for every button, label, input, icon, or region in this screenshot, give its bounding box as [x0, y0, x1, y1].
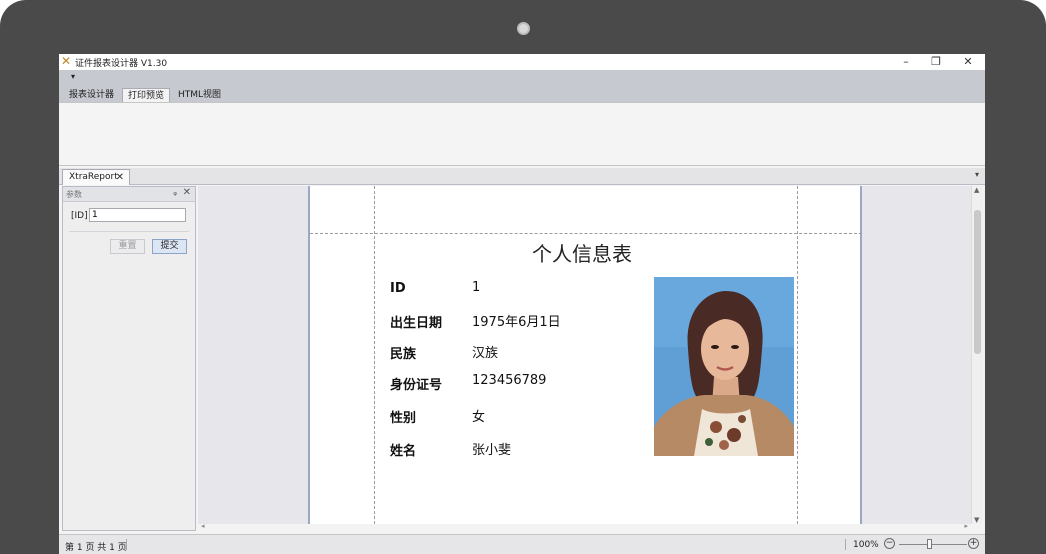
field-value-ethnicity: 汉族 — [472, 346, 499, 361]
divider — [69, 231, 189, 232]
close-button[interactable]: ✕ — [953, 54, 983, 70]
zoom-slider-track[interactable] — [899, 544, 967, 545]
report-page: 个人信息表 ID 1 出生日期 1975年6月1日 民族 汉族 身份证号 123… — [308, 186, 862, 524]
field-value-id: 1 — [472, 280, 481, 295]
field-label-birthdate: 出生日期 — [390, 316, 443, 331]
tab-html-view[interactable]: HTML视图 — [173, 88, 226, 103]
document-tab-label: XtraReport — [69, 172, 118, 182]
field-value-gender: 女 — [472, 410, 486, 425]
zoom-slider-thumb[interactable] — [927, 539, 932, 549]
page-count-status: 第 1 页 共 1 页 — [65, 543, 127, 553]
pin-icon[interactable]: ᵩ — [173, 188, 177, 198]
tab-print-preview[interactable]: 打印预览 — [122, 88, 171, 103]
panel-title: 参数 — [66, 190, 82, 199]
margin-guide-right — [797, 186, 798, 524]
tab-xtrareport[interactable]: XtraReport ✕ — [62, 169, 130, 185]
restore-button[interactable]: ❐ — [921, 54, 951, 70]
tab-list-dropdown-icon[interactable]: ▾ — [975, 170, 979, 179]
minimize-button[interactable]: – — [891, 54, 921, 70]
scroll-right-icon[interactable]: ▸ — [964, 522, 968, 530]
zoom-in-icon[interactable]: + — [968, 538, 979, 549]
close-icon[interactable]: ✕ — [183, 187, 191, 198]
vertical-scroll-thumb[interactable] — [974, 210, 981, 354]
field-label-id-number: 身份证号 — [390, 378, 443, 393]
field-label-name: 姓名 — [390, 444, 417, 459]
status-bar: 第 1 页 共 1 页 100% − + — [59, 534, 985, 554]
zoom-level-text[interactable]: 100% — [853, 540, 879, 550]
app-window: ✕ 证件报表设计器 V1.30 – ❐ ✕ ▾ 报表设计器 打印预览 HTML视… — [59, 54, 985, 554]
horizontal-scrollbar[interactable]: ◂ ▸ — [198, 522, 971, 532]
tab-report-designer[interactable]: 报表设计器 — [64, 88, 119, 103]
divider — [845, 539, 846, 550]
vertical-scrollbar[interactable]: ▲ ▼ — [971, 186, 983, 524]
close-icon[interactable]: ✕ — [116, 170, 124, 185]
panel-header: 参数 ᵩ ✕ — [63, 187, 195, 202]
portrait-photo — [654, 277, 794, 456]
field-label-id: ID — [390, 281, 406, 296]
divider — [126, 539, 127, 550]
submit-button[interactable]: 提交 — [152, 239, 187, 254]
quick-access-toolbar: ▾ — [59, 70, 985, 86]
field-label-gender: 性别 — [390, 411, 417, 426]
report-title: 个人信息表 — [532, 242, 632, 266]
scroll-down-icon[interactable]: ▼ — [974, 516, 979, 524]
print-preview-area[interactable]: 个人信息表 ID 1 出生日期 1975年6月1日 民族 汉族 身份证号 123… — [198, 186, 971, 524]
id-parameter-label: [ID] — [71, 211, 88, 221]
app-logo-icon: ✕ — [61, 54, 72, 68]
margin-guide-left — [374, 186, 375, 524]
reset-button[interactable]: 重置 — [110, 239, 145, 254]
field-value-name: 张小斐 — [472, 443, 512, 458]
document-tab-strip: XtraReport ✕ ▾ — [59, 168, 985, 185]
zoom-out-icon[interactable]: − — [884, 538, 895, 549]
parameters-panel: 参数 ᵩ ✕ [ID] 重置 提交 — [62, 186, 196, 531]
field-label-ethnicity: 民族 — [390, 347, 417, 362]
scroll-up-icon[interactable]: ▲ — [974, 186, 979, 194]
title-bar: ✕ 证件报表设计器 V1.30 – ❐ ✕ — [59, 54, 985, 70]
window-title: 证件报表设计器 V1.30 — [75, 59, 168, 69]
ribbon-tabs: 报表设计器 打印预览 HTML视图 — [59, 86, 985, 103]
scroll-left-icon[interactable]: ◂ — [201, 522, 205, 530]
margin-guide-top — [310, 233, 862, 234]
field-value-id-number: 123456789 — [472, 373, 547, 388]
id-parameter-input[interactable] — [89, 208, 186, 222]
portrait-photo-icon — [654, 277, 794, 456]
field-value-birthdate: 1975年6月1日 — [472, 315, 561, 330]
quick-access-menu-icon[interactable]: ▾ — [71, 72, 75, 81]
ribbon-content — [59, 102, 985, 166]
camera-icon — [517, 22, 530, 35]
